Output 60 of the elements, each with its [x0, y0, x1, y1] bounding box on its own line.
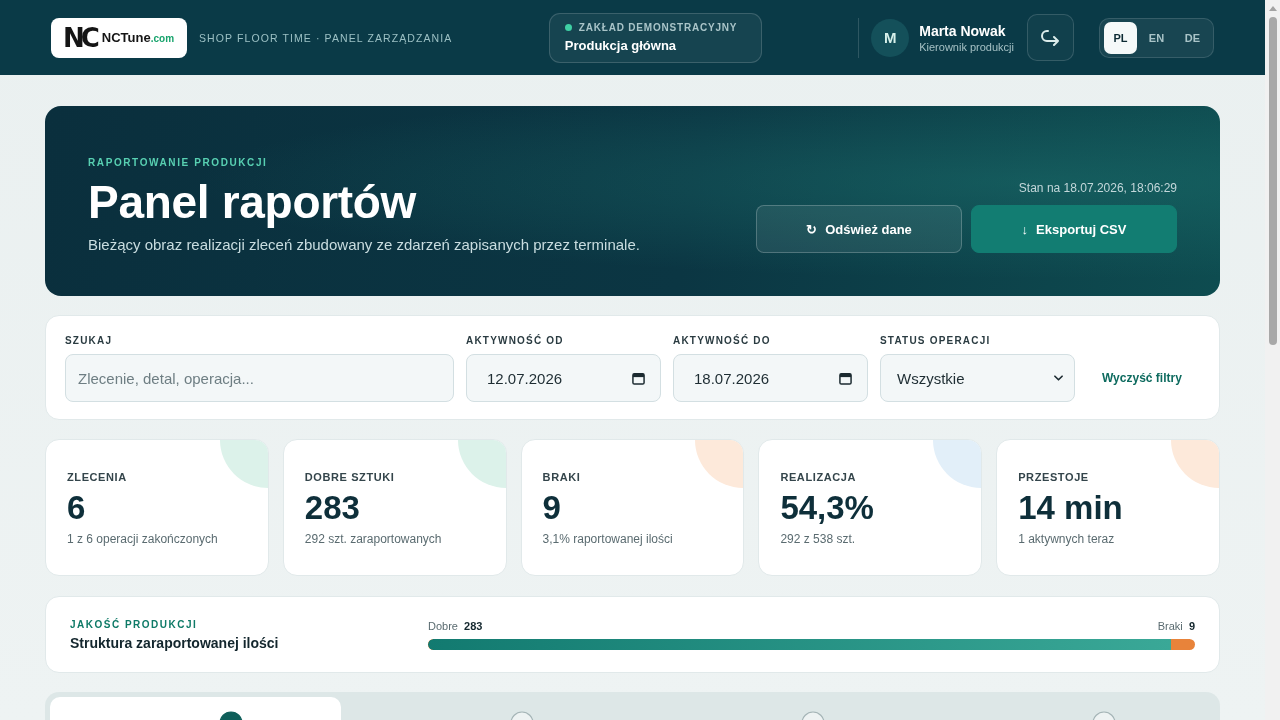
field-label: STATUS OPERACJI — [880, 335, 992, 346]
stat-label: DOBRE SZTUKI — [304, 471, 395, 483]
export-button[interactable]: ↓ Eksportuj CSV — [971, 205, 1177, 253]
user-name: Marta Nowak — [919, 22, 1007, 39]
logo-mark: NC — [63, 24, 96, 51]
tab[interactable] — [50, 697, 342, 720]
clear-filters-link[interactable]: Wyczyść filtry — [1102, 354, 1182, 402]
tagline: SHOP FLOOR TIME · PANEL ZARZĄDZANIA — [199, 31, 453, 44]
language-button[interactable]: EN — [1140, 21, 1173, 54]
chevron-down-icon — [1054, 375, 1063, 381]
logo-name: NCTune.com — [101, 30, 175, 45]
section-eyebrow: JAKOŚĆ PRODUKCJI — [70, 618, 198, 630]
stat-label: PRZESTOJE — [1018, 471, 1089, 483]
language-button[interactable]: DE — [1176, 21, 1209, 54]
page-subtitle: Bieżący obraz realizacji zleceń zbudowany ze zdarzeń zapisanych przez terminale. — [88, 236, 640, 253]
stat-value: 283 — [304, 490, 360, 527]
field-label: AKTYWNOŚĆ OD — [466, 335, 565, 346]
scroll-up-arrow-icon[interactable] — [1268, 6, 1277, 11]
stat-note: 3,1% raportowanej ilości — [542, 532, 673, 547]
section-title: Struktura zaraportowanej ilości — [70, 634, 279, 651]
stat-label: ZLECENIA — [67, 471, 127, 483]
plant-name: Produkcja główna — [564, 37, 678, 53]
page-title: Panel raportów — [88, 177, 417, 228]
logout-button[interactable] — [1027, 14, 1074, 61]
count-badge-icon — [509, 711, 534, 720]
stat-value: 6 — [67, 490, 86, 527]
plant-card[interactable]: ZAKŁAD DEMONSTRACYJNY Produkcja główna — [548, 12, 762, 63]
user-role: Kierownik produkcji — [919, 40, 1014, 53]
stat-value: 54,3% — [780, 490, 874, 527]
stat-note: 292 z 538 szt. — [780, 532, 856, 547]
stat-value: 14 min — [1018, 490, 1123, 527]
count-badge-icon — [218, 711, 243, 720]
count-badge-icon — [801, 711, 826, 720]
scrollbar-thumb[interactable] — [1268, 17, 1277, 345]
field-label: SZUKAJ — [65, 335, 114, 346]
user-avatar[interactable]: M — [871, 18, 910, 57]
search-field[interactable]: Zlecenie, detal, operacja... — [65, 354, 454, 402]
stat-note: 292 szt. zaraportowanych — [304, 532, 442, 547]
language-button[interactable]: PL — [1104, 21, 1137, 54]
count-badge-icon — [1092, 711, 1117, 720]
curved-arrow-icon — [1041, 29, 1060, 46]
date-field[interactable]: 18.07.2026 — [673, 354, 868, 402]
calendar-icon — [839, 371, 852, 385]
stat-note: 1 z 6 operacji zakończonych — [67, 532, 218, 547]
field-label: AKTYWNOŚĆ DO — [673, 335, 772, 346]
status-dot-icon — [564, 23, 572, 31]
good-count: Dobre 283 — [428, 619, 483, 632]
stat-value: 9 — [542, 490, 561, 527]
stat-note: 1 aktywnych teraz — [1018, 532, 1115, 547]
timestamp: Stan na 18.07.2026, 18:06:29 — [1018, 181, 1177, 195]
status-select[interactable]: Wszystkie — [880, 354, 1075, 402]
scrap-count: Braki 9 — [1157, 619, 1195, 632]
plant-label: ZAKŁAD DEMONSTRACYJNY — [578, 21, 738, 33]
stat-label: BRAKI — [542, 471, 581, 483]
date-field[interactable]: 12.07.2026 — [466, 354, 661, 402]
stat-label: REALIZACJA — [780, 471, 857, 483]
logo[interactable]: NC NCTune.com — [51, 17, 187, 58]
refresh-button[interactable]: ↻ Odśwież dane — [756, 205, 962, 253]
section-eyebrow: RAPORTOWANIE PRODUKCJI — [88, 157, 268, 169]
calendar-icon — [632, 371, 645, 385]
